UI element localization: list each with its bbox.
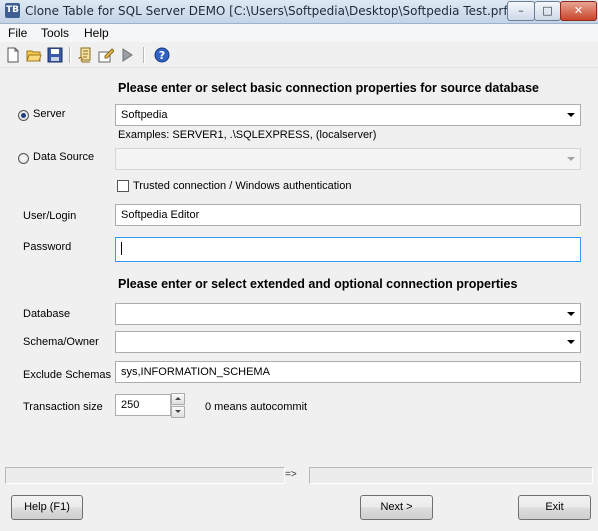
script-icon[interactable]	[77, 47, 93, 63]
chevron-down-icon[interactable]	[567, 312, 575, 316]
datasource-combobox[interactable]	[115, 148, 581, 170]
chevron-down-icon[interactable]	[567, 340, 575, 344]
exit-button[interactable]: Exit	[518, 495, 591, 520]
schema-label: Schema/Owner	[23, 336, 99, 348]
new-file-icon[interactable]	[5, 47, 21, 63]
svg-text:?: ?	[159, 49, 165, 62]
toolbar-separator	[143, 47, 145, 63]
edit-icon[interactable]	[98, 47, 114, 63]
app-icon: TB	[5, 3, 20, 18]
window-title: Clone Table for SQL Server DEMO [C:\User…	[25, 4, 513, 18]
datasource-radio[interactable]	[18, 153, 29, 164]
database-combobox[interactable]	[115, 303, 581, 325]
datasource-label: Data Source	[33, 151, 95, 163]
server-label: Server	[33, 108, 66, 120]
spin-up-icon[interactable]	[171, 393, 185, 405]
text-cursor	[121, 241, 122, 255]
menu-file[interactable]: File	[8, 26, 27, 40]
database-label: Database	[23, 308, 71, 320]
server-radio[interactable]	[18, 110, 29, 121]
save-icon[interactable]	[47, 47, 63, 63]
open-folder-icon[interactable]	[26, 47, 42, 63]
next-button[interactable]: Next >	[360, 495, 433, 520]
server-combobox[interactable]: Softpedia	[115, 104, 581, 126]
user-input[interactable]: Softpedia Editor	[115, 204, 581, 226]
run-icon[interactable]	[119, 47, 135, 63]
source-heading: Please enter or select basic connection …	[118, 81, 539, 95]
extended-heading: Please enter or select extended and opti…	[118, 277, 518, 291]
server-value: Softpedia	[121, 109, 168, 121]
transaction-size-hint: 0 means autocommit	[205, 401, 308, 413]
menu-tools[interactable]: Tools	[41, 26, 69, 40]
transaction-size-label: Transaction size	[23, 401, 103, 413]
chevron-down-icon[interactable]	[567, 157, 575, 161]
spin-down-icon[interactable]	[171, 406, 185, 418]
minimize-button[interactable]: –	[507, 1, 535, 21]
menu-help[interactable]: Help	[84, 26, 109, 40]
password-label: Password	[23, 241, 72, 253]
help-button[interactable]: Help (F1)	[11, 495, 83, 520]
help-icon[interactable]: ?	[154, 47, 170, 63]
menu-bar: File Tools Help	[0, 24, 598, 42]
transaction-size-input[interactable]: 250	[115, 394, 171, 416]
server-examples: Examples: SERVER1, .\SQLEXPRESS, (locals…	[118, 129, 377, 141]
toolbar: ?	[0, 43, 598, 68]
maximize-button[interactable]: □	[534, 1, 561, 21]
status-cell-left	[5, 467, 285, 484]
status-bar: =>	[5, 467, 593, 484]
close-button[interactable]: ✕	[560, 1, 597, 21]
chevron-down-icon[interactable]	[567, 113, 575, 117]
trusted-connection-label: Trusted connection / Windows authenticat…	[133, 180, 352, 192]
toolbar-separator	[69, 47, 71, 63]
exclude-schemas-input[interactable]: sys,INFORMATION_SCHEMA	[115, 361, 581, 383]
schema-combobox[interactable]	[115, 331, 581, 353]
exclude-schemas-label: Exclude Schemas	[23, 369, 112, 381]
title-bar: TB Clone Table for SQL Server DEMO [C:\U…	[0, 0, 598, 24]
user-label: User/Login	[23, 210, 77, 222]
password-input[interactable]	[115, 237, 581, 262]
transaction-size-stepper[interactable]	[171, 393, 185, 418]
trusted-connection-checkbox[interactable]	[117, 180, 129, 192]
status-arrow: =>	[285, 469, 297, 480]
status-cell-right	[309, 467, 593, 484]
